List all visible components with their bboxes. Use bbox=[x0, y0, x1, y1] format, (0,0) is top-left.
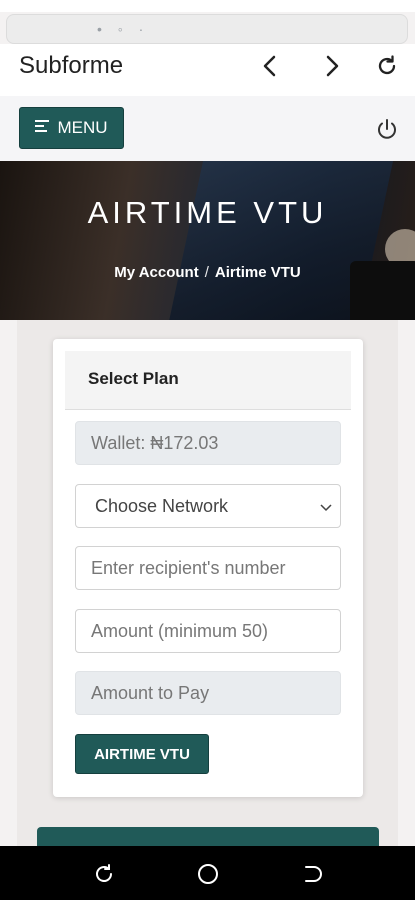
power-icon[interactable] bbox=[374, 116, 400, 142]
home-icon[interactable] bbox=[194, 860, 222, 888]
breadcrumb-separator: / bbox=[204, 264, 209, 281]
reload-icon[interactable] bbox=[373, 52, 401, 80]
wallet-input bbox=[91, 432, 340, 454]
card-header: Select Plan bbox=[65, 351, 351, 410]
forward-arrow-icon[interactable] bbox=[318, 52, 346, 80]
url-bar[interactable]: • ◦ · bbox=[6, 14, 408, 44]
network-select-value: Choose Network bbox=[95, 495, 229, 516]
wallet-field bbox=[75, 421, 341, 465]
url-dots: • ◦ · bbox=[97, 21, 150, 37]
menu-button[interactable]: MENU bbox=[19, 107, 124, 149]
amount-input[interactable] bbox=[91, 620, 340, 642]
back-icon[interactable] bbox=[298, 860, 326, 888]
status-bar bbox=[0, 0, 415, 12]
plan-card: Select Plan Choose Network AIRTIME VTU bbox=[53, 339, 363, 797]
recipient-field[interactable] bbox=[75, 546, 341, 590]
amount-to-pay-field bbox=[75, 671, 341, 715]
network-select[interactable]: Choose Network bbox=[75, 484, 341, 528]
breadcrumb: My Account / Airtime VTU bbox=[0, 264, 415, 281]
app-title: Subforme bbox=[19, 52, 124, 79]
breadcrumb-current: Airtime VTU bbox=[214, 264, 301, 281]
recent-apps-icon[interactable] bbox=[90, 860, 118, 888]
airtime-vtu-button[interactable]: AIRTIME VTU bbox=[75, 734, 209, 774]
back-arrow-icon[interactable] bbox=[256, 52, 284, 80]
page-banner: AIRTIME VTU My Account / Airtime VTU bbox=[0, 161, 415, 320]
page-title: AIRTIME VTU bbox=[87, 195, 328, 230]
amount-field[interactable] bbox=[75, 609, 341, 653]
recipient-input[interactable] bbox=[91, 557, 340, 579]
hamburger-icon bbox=[35, 118, 51, 138]
menu-label: MENU bbox=[57, 118, 108, 137]
breadcrumb-my-account[interactable]: My Account bbox=[114, 264, 198, 281]
card-title: Select Plan bbox=[88, 369, 179, 388]
chevron-down-icon bbox=[320, 496, 332, 517]
amount-to-pay-input bbox=[91, 682, 340, 704]
